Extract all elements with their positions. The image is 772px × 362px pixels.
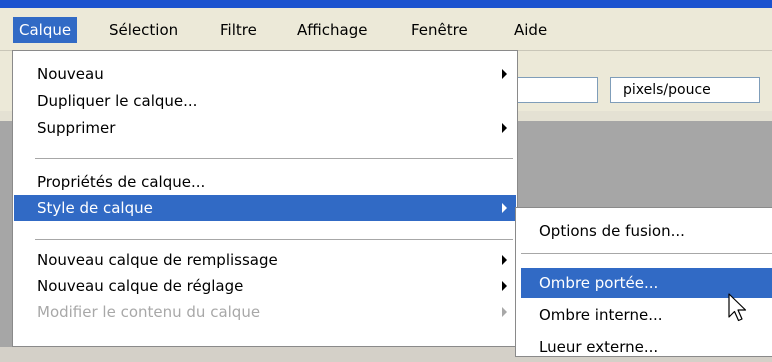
menu-affichage[interactable]: Affichage bbox=[291, 17, 373, 43]
submenu-arrow-icon bbox=[502, 203, 507, 213]
submenu-arrow-icon bbox=[502, 69, 507, 79]
submenu-item-label: Lueur externe... bbox=[539, 338, 659, 356]
submenu-arrow-icon bbox=[502, 281, 507, 291]
submenu-item-label: Ombre portée... bbox=[539, 274, 659, 292]
resolution-input[interactable] bbox=[516, 77, 598, 103]
menu-aide[interactable]: Aide bbox=[508, 17, 553, 43]
submenu-arrow-icon bbox=[502, 123, 507, 133]
menu-filtre[interactable]: Filtre bbox=[214, 17, 263, 43]
menu-item-label: Nouveau bbox=[37, 65, 104, 83]
submenu-item-label: Options de fusion... bbox=[539, 222, 685, 240]
menu-bar: Calque Sélection Filtre Affichage Fenêtr… bbox=[0, 8, 772, 51]
menu-item-label: Nouveau calque de remplissage bbox=[37, 251, 278, 269]
submenu-item-label: Ombre interne... bbox=[539, 306, 663, 324]
menu-selection[interactable]: Sélection bbox=[103, 17, 184, 43]
menu-item-label: Style de calque bbox=[37, 199, 153, 217]
menu-item-label: Nouveau calque de réglage bbox=[37, 277, 244, 295]
mouse-pointer-icon bbox=[728, 293, 747, 322]
submenu-separator bbox=[521, 253, 772, 254]
menu-item-supprimer[interactable]: Supprimer bbox=[14, 115, 516, 141]
menu-item-style-de-calque[interactable]: Style de calque bbox=[14, 195, 516, 221]
calque-dropdown-menu: Nouveau Dupliquer le calque... Supprimer… bbox=[12, 50, 518, 347]
submenu-item-lueur-externe[interactable]: Lueur externe... bbox=[521, 332, 772, 362]
menu-item-dupliquer-calque[interactable]: Dupliquer le calque... bbox=[14, 88, 516, 114]
menu-item-label: Supprimer bbox=[37, 119, 116, 137]
menu-separator bbox=[35, 158, 513, 159]
menu-item-label: Dupliquer le calque... bbox=[37, 92, 198, 110]
menu-item-nouveau-calque-reglage[interactable]: Nouveau calque de réglage bbox=[14, 273, 516, 299]
window-title-bar-edge bbox=[0, 0, 772, 8]
menu-item-nouveau[interactable]: Nouveau bbox=[14, 61, 516, 87]
menu-item-label: Propriétés de calque... bbox=[37, 173, 206, 191]
submenu-item-options-de-fusion[interactable]: Options de fusion... bbox=[521, 216, 772, 246]
menu-item-proprietes-calque[interactable]: Propriétés de calque... bbox=[14, 169, 516, 195]
submenu-arrow-icon bbox=[502, 255, 507, 265]
style-de-calque-submenu: Options de fusion... Ombre portée... Omb… bbox=[515, 207, 772, 357]
resolution-unit-select[interactable]: pixels/pouce bbox=[610, 77, 760, 103]
menu-item-label: Modifier le contenu du calque bbox=[37, 303, 261, 321]
submenu-arrow-icon bbox=[502, 307, 507, 317]
menu-calque[interactable]: Calque bbox=[13, 17, 78, 43]
menu-separator bbox=[35, 239, 513, 240]
menu-item-nouveau-calque-remplissage[interactable]: Nouveau calque de remplissage bbox=[14, 247, 516, 273]
menu-item-modifier-contenu-calque: Modifier le contenu du calque bbox=[14, 299, 516, 325]
menu-fenetre[interactable]: Fenêtre bbox=[405, 17, 474, 43]
